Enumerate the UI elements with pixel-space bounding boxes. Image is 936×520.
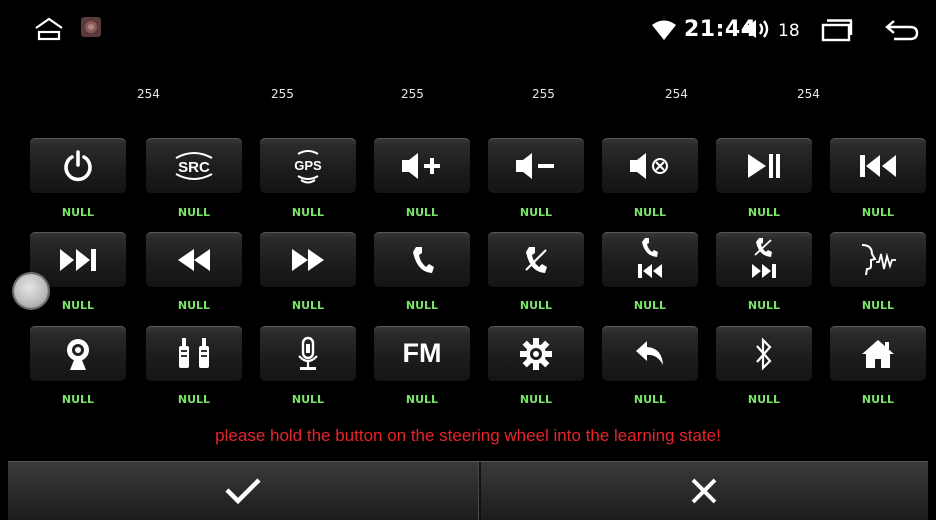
key-status-label: NULL bbox=[291, 206, 325, 219]
phone-answer-button[interactable] bbox=[374, 232, 470, 287]
microphone-icon bbox=[298, 336, 318, 370]
rewind-button[interactable] bbox=[146, 232, 242, 287]
cancel-button[interactable] bbox=[480, 462, 928, 520]
power-icon bbox=[64, 149, 92, 181]
volume-down-button[interactable] bbox=[488, 138, 584, 193]
key-status-label: NULL bbox=[177, 206, 211, 219]
phone-next-icon bbox=[752, 237, 776, 278]
rewind-icon bbox=[178, 248, 210, 271]
next-track-icon bbox=[60, 248, 96, 271]
home-icon bbox=[862, 339, 894, 368]
check-icon bbox=[225, 478, 261, 505]
key-status-label: NULL bbox=[747, 299, 781, 312]
gps-icon: GPS bbox=[294, 149, 322, 183]
instruction-message: please hold the button on the steering w… bbox=[215, 426, 721, 445]
key-status-label: NULL bbox=[405, 206, 439, 219]
power-button[interactable] bbox=[30, 138, 126, 193]
bluetooth-icon bbox=[756, 336, 772, 371]
phone-previous-button[interactable] bbox=[602, 232, 698, 287]
volume-up-button[interactable] bbox=[374, 138, 470, 193]
floating-assist-button[interactable] bbox=[14, 274, 48, 308]
key-status-label: NULL bbox=[405, 299, 439, 312]
key-status-label: NULL bbox=[61, 393, 95, 406]
back-button[interactable] bbox=[602, 326, 698, 381]
key-status-label: NULL bbox=[633, 393, 667, 406]
key-status-label: NULL bbox=[519, 299, 553, 312]
key-status-label: NULL bbox=[177, 393, 211, 406]
home-button[interactable] bbox=[830, 326, 926, 381]
steering-key-grid: NULL SRC NULL GPS NULL NULL NULL NULL NU… bbox=[0, 0, 936, 460]
mute-icon bbox=[630, 152, 668, 179]
play-pause-icon bbox=[748, 153, 780, 178]
aux-button[interactable] bbox=[146, 326, 242, 381]
fm-button[interactable]: FM bbox=[374, 326, 470, 381]
key-status-label: NULL bbox=[861, 393, 895, 406]
phone-hangup-icon bbox=[525, 246, 547, 273]
key-status-label: NULL bbox=[747, 206, 781, 219]
key-status-label: NULL bbox=[405, 393, 439, 406]
key-status-label: NULL bbox=[747, 393, 781, 406]
key-status-label: NULL bbox=[519, 206, 553, 219]
gps-icon-text: GPS bbox=[294, 158, 322, 173]
phone-hangup-button[interactable] bbox=[488, 232, 584, 287]
src-button[interactable]: SRC bbox=[146, 138, 242, 193]
voice-button[interactable] bbox=[830, 232, 926, 287]
phone-answer-icon bbox=[413, 246, 434, 273]
play-pause-button[interactable] bbox=[716, 138, 812, 193]
phone-previous-icon bbox=[638, 237, 662, 278]
key-status-label: NULL bbox=[861, 206, 895, 219]
next-track-button[interactable] bbox=[30, 232, 126, 287]
confirm-button[interactable] bbox=[8, 462, 478, 520]
fast-forward-button[interactable] bbox=[260, 232, 356, 287]
key-status-label: NULL bbox=[633, 206, 667, 219]
settings-button[interactable] bbox=[488, 326, 584, 381]
gps-button[interactable]: GPS bbox=[260, 138, 356, 193]
volume-up-icon bbox=[402, 152, 440, 179]
key-status-label: NULL bbox=[291, 299, 325, 312]
fast-forward-icon bbox=[292, 248, 324, 271]
previous-track-icon bbox=[860, 154, 896, 177]
key-status-label: NULL bbox=[633, 299, 667, 312]
settings-icon bbox=[520, 337, 552, 370]
close-icon bbox=[691, 478, 717, 504]
src-icon-text: SRC bbox=[178, 159, 210, 176]
phone-next-button[interactable] bbox=[716, 232, 812, 287]
aux-icon bbox=[179, 337, 209, 368]
bluetooth-button[interactable] bbox=[716, 326, 812, 381]
previous-track-button[interactable] bbox=[830, 138, 926, 193]
key-status-label: NULL bbox=[291, 393, 325, 406]
camera-button[interactable] bbox=[30, 326, 126, 381]
camera-icon bbox=[67, 338, 89, 370]
key-status-label: NULL bbox=[177, 299, 211, 312]
microphone-button[interactable] bbox=[260, 326, 356, 381]
key-status-label: NULL bbox=[519, 393, 553, 406]
key-status-label: NULL bbox=[61, 206, 95, 219]
mute-button[interactable] bbox=[602, 138, 698, 193]
action-bar bbox=[8, 461, 928, 520]
back-icon bbox=[636, 340, 663, 365]
src-icon: SRC bbox=[175, 151, 213, 180]
fm-icon: FM bbox=[402, 338, 442, 368]
volume-down-icon bbox=[516, 152, 554, 179]
voice-icon bbox=[861, 243, 896, 275]
key-status-label: NULL bbox=[861, 299, 895, 312]
